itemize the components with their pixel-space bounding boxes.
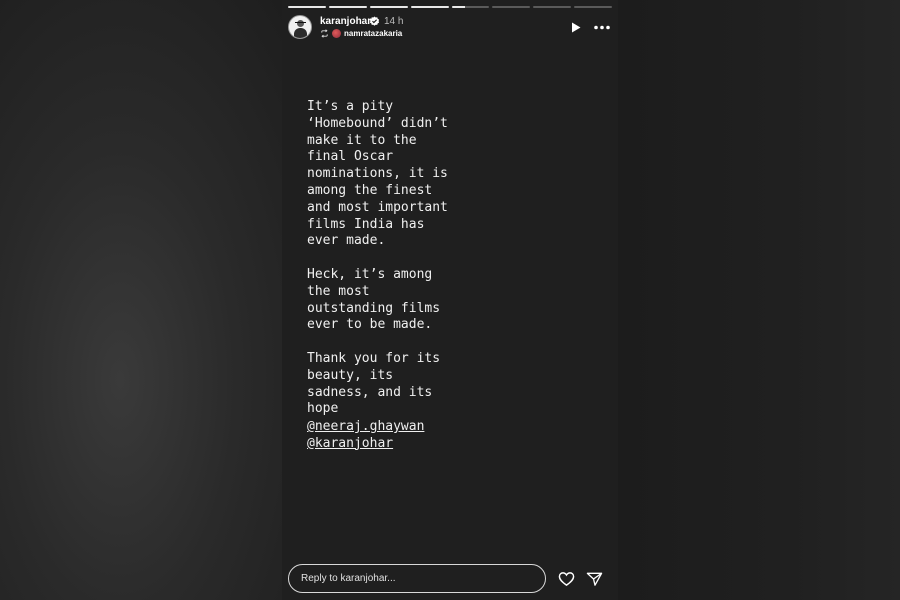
reply-input[interactable]: [288, 564, 546, 593]
reposted-user-avatar: [332, 29, 341, 38]
heart-icon[interactable]: [558, 571, 575, 587]
send-icon[interactable]: [586, 571, 603, 587]
avatar[interactable]: [288, 15, 312, 39]
story-header: karanjohar 14 h namratazakaria: [288, 15, 612, 41]
story-segment-5: [451, 6, 490, 8]
story-segment-1: [288, 6, 326, 8]
verified-badge-icon: [369, 16, 380, 26]
story-segment-fill: [369, 6, 408, 8]
background-right: [618, 0, 900, 600]
mention-neeraj-ghaywan[interactable]: @neeraj.ghaywan: [307, 419, 424, 436]
mention-karanjohar[interactable]: @karanjohar: [307, 436, 424, 453]
story-segment-2: [328, 6, 367, 8]
story-segment-fill: [410, 6, 449, 8]
story-segment-3: [369, 6, 408, 8]
username[interactable]: karanjohar: [320, 16, 371, 27]
story-segment-fill: [451, 6, 465, 8]
reposted-username[interactable]: namratazakaria: [344, 29, 402, 38]
story-progress-bar: [288, 6, 612, 8]
story-segment-fill: [288, 6, 326, 8]
story-segment-8: [574, 6, 612, 8]
avatar-glasses: [295, 22, 306, 26]
story-segment-fill: [328, 6, 367, 8]
play-icon[interactable]: [569, 21, 582, 34]
avatar-body: [294, 28, 307, 38]
story-segment-7: [533, 6, 572, 8]
post-time: 14 h: [384, 16, 404, 27]
story-segment-4: [410, 6, 449, 8]
story-segment-6: [492, 6, 531, 8]
mentions-list: @neeraj.ghaywan @karanjohar: [307, 419, 424, 453]
repost-icon: [321, 29, 328, 38]
more-icon[interactable]: [593, 21, 611, 34]
story-text: It’s a pity ‘Homebound’ didn’t make it t…: [307, 99, 448, 417]
story-viewer[interactable]: karanjohar 14 h namratazakaria It’s a pi…: [282, 0, 618, 600]
